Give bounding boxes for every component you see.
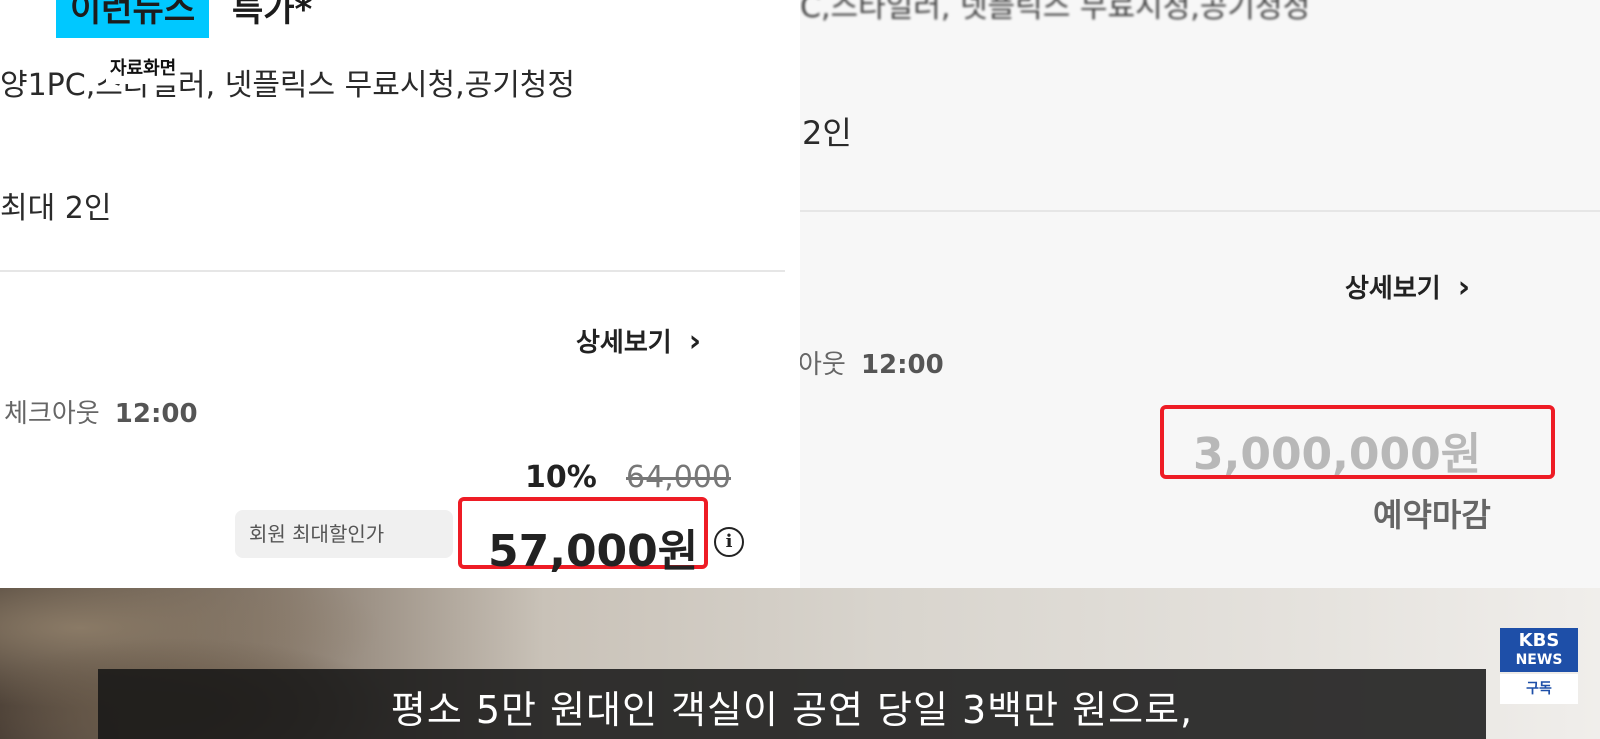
subtitle-bar: 평소 5만 원대인 객실이 공연 당일 3백만 원으로, — [98, 669, 1486, 739]
checkout-label: 아웃 — [800, 350, 846, 380]
kbs-news-badge: KBS NEWS — [1500, 628, 1578, 672]
divider — [800, 210, 1600, 212]
caption-tag: 자료화면 — [106, 54, 181, 84]
chevron-right-icon: › — [1457, 270, 1471, 305]
detail-link[interactable]: 상세보기 › — [1345, 268, 1470, 305]
title-highlight: 이런뉴스 — [56, 0, 210, 38]
right-listing-panel: C,스타일러, 넷플릭스 무료시청,공기청정 2인 상세보기 › 아웃 12:0… — [800, 0, 1600, 588]
original-price: 64,000 — [626, 460, 731, 495]
checkout-time: 12:00 — [860, 350, 944, 380]
subscribe-button[interactable]: 구독 — [1500, 674, 1578, 704]
checkout-row: 아웃 12:00 — [800, 344, 944, 381]
left-listing-panel: 이런뉴스 특가* 양1PC,스타일러, 넷플릭스 무료시청,공기청정 자료화면 … — [0, 0, 800, 588]
member-price-badge: 회원 최대할인가 — [235, 510, 453, 558]
logo-line2: NEWS — [1515, 652, 1563, 668]
video-background: 평소 5만 원대인 객실이 공연 당일 3백만 원으로, KBS NEWS 구독 — [0, 588, 1600, 739]
subtitle-text: 평소 5만 원대인 객실이 공연 당일 3백만 원으로, — [390, 688, 1194, 732]
detail-link-label: 상세보기 — [1345, 274, 1441, 304]
booking-closed-status: 예약마감 — [1373, 496, 1491, 534]
divider — [0, 270, 785, 272]
discount-rate: 10% — [525, 460, 597, 495]
detail-link-label: 상세보기 — [576, 328, 672, 358]
member-price: 57,000원 — [488, 526, 699, 577]
checkout-row: 체크아웃 12:00 — [4, 393, 198, 430]
capacity-text: 2인 — [802, 114, 852, 152]
amenities-text: 양1PC,스타일러, 넷플릭스 무료시청,공기청정 — [0, 68, 576, 103]
checkout-time: 12:00 — [114, 399, 198, 429]
logo-line1: KBS — [1518, 630, 1560, 651]
kbs-news-logo[interactable]: KBS NEWS 구독 — [1500, 628, 1578, 704]
info-icon[interactable]: i — [714, 527, 744, 557]
event-day-price: 3,000,000원 — [1193, 429, 1482, 480]
chevron-right-icon: › — [688, 324, 702, 359]
title-rest: 특가* — [232, 0, 313, 30]
detail-link[interactable]: 상세보기 › — [576, 322, 701, 359]
amenities-text: C,스타일러, 넷플릭스 무료시청,공기청정 — [800, 0, 1311, 25]
checkout-label: 체크아웃 — [4, 399, 100, 429]
capacity-text: 최대 2인 — [0, 191, 112, 226]
